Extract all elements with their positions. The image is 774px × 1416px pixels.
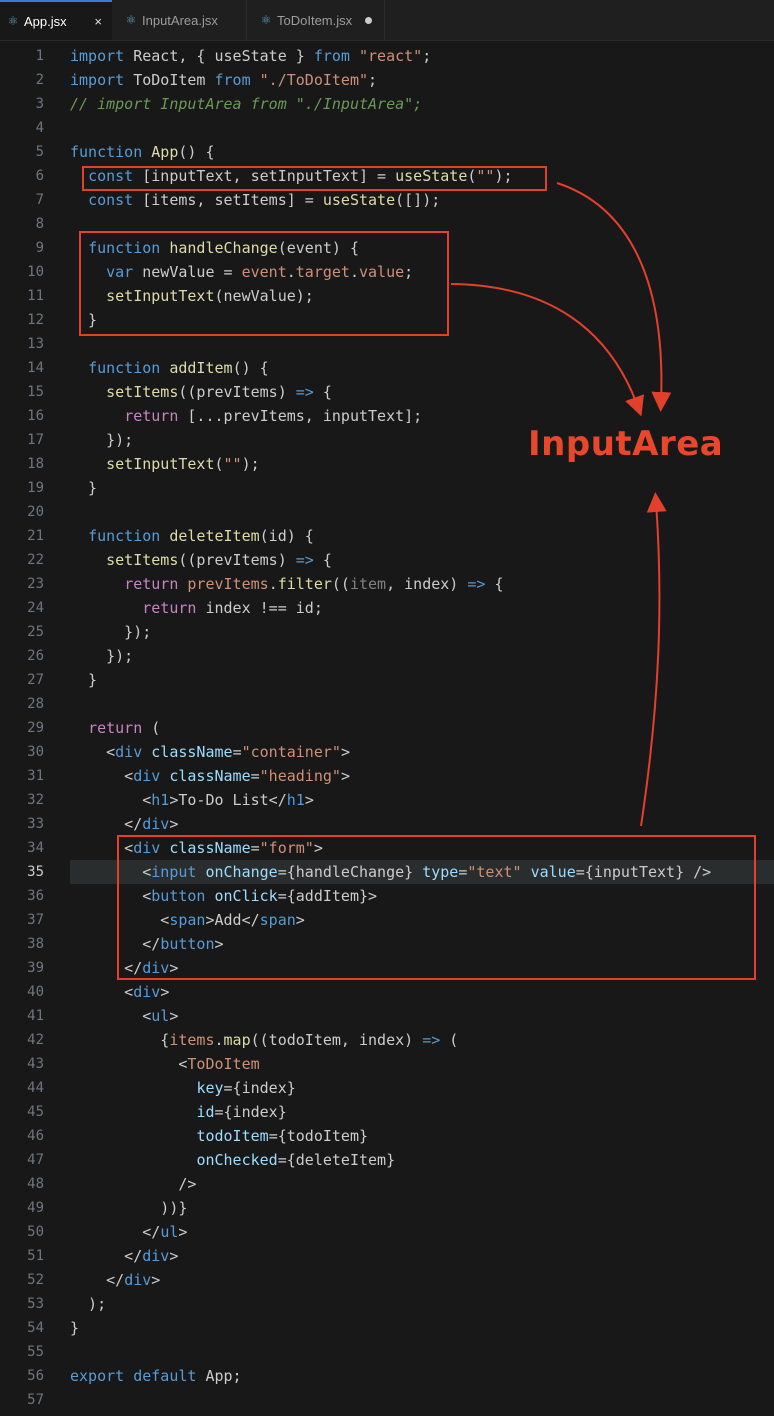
arrow-from-form [640, 492, 667, 827]
arrow-from-handlechange [450, 283, 644, 417]
arrow-from-state [556, 182, 672, 412]
annotation-arrows [450, 182, 672, 827]
